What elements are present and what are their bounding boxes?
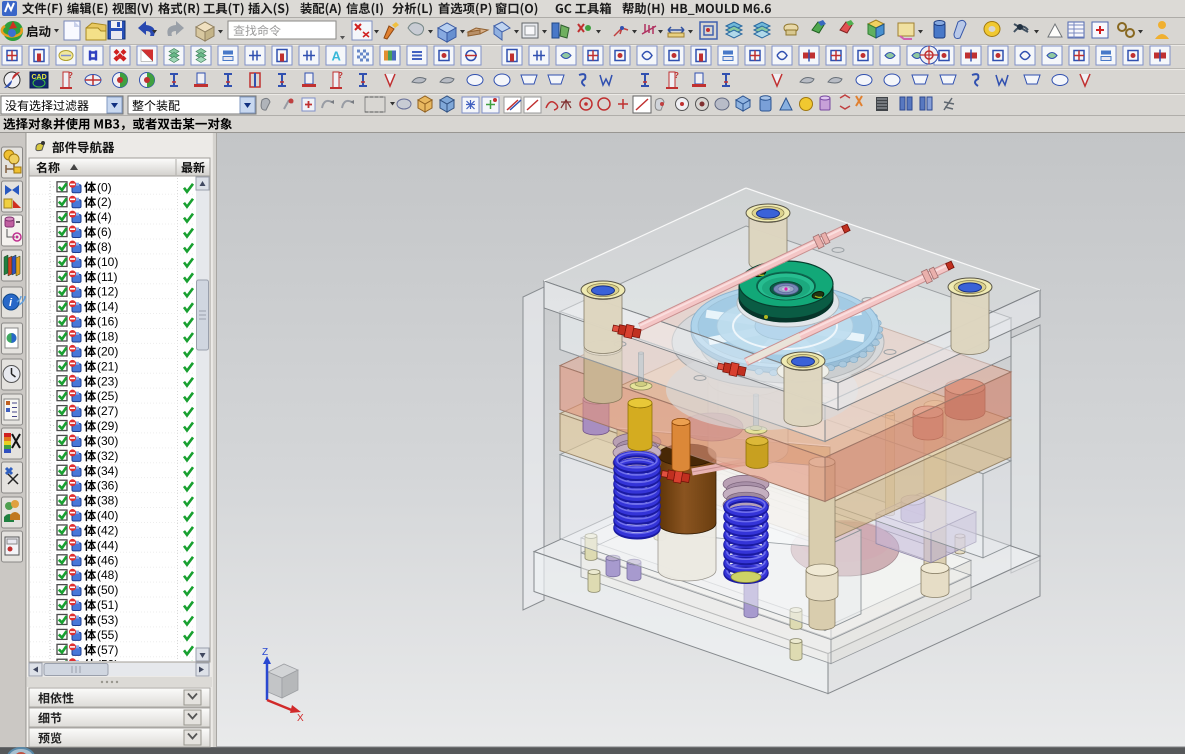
- svg-text:Z: Z: [262, 647, 268, 658]
- svg-text:(8): (8): [97, 240, 112, 254]
- svg-text:(30): (30): [97, 434, 118, 448]
- svg-text:(4): (4): [97, 210, 112, 224]
- svg-text:(44): (44): [97, 538, 118, 552]
- svg-text:(29): (29): [97, 419, 118, 433]
- svg-text:(40): (40): [97, 509, 118, 523]
- svg-text:(18): (18): [97, 330, 118, 344]
- svg-text:(42): (42): [97, 523, 118, 537]
- svg-text:CAD: CAD: [32, 74, 47, 81]
- svg-text:(20): (20): [97, 344, 118, 358]
- svg-text:X: X: [297, 713, 304, 724]
- svg-text:(34): (34): [97, 464, 118, 478]
- svg-text:(12): (12): [97, 285, 118, 299]
- svg-text:(55): (55): [97, 628, 118, 642]
- svg-text:?: ?: [674, 71, 679, 80]
- svg-text:(25): (25): [97, 389, 118, 403]
- svg-text:(53): (53): [97, 613, 118, 627]
- svg-text:(46): (46): [97, 553, 118, 567]
- svg-text:(2): (2): [97, 195, 112, 209]
- svg-text:(6): (6): [97, 225, 112, 239]
- svg-text:(38): (38): [97, 494, 118, 508]
- svg-text:(16): (16): [97, 315, 118, 329]
- svg-text:(11): (11): [97, 270, 117, 284]
- svg-text:A: A: [332, 49, 342, 64]
- svg-text:?: ?: [338, 71, 343, 80]
- svg-text:(14): (14): [97, 300, 118, 314]
- svg-text:(50): (50): [97, 583, 118, 597]
- svg-text:(32): (32): [97, 449, 118, 463]
- svg-text:(36): (36): [97, 479, 118, 493]
- svg-text:(10): (10): [97, 255, 118, 269]
- svg-text:(23): (23): [97, 374, 118, 388]
- svg-text:(21): (21): [97, 359, 118, 373]
- svg-text:(57): (57): [97, 643, 118, 657]
- svg-text:(51): (51): [97, 598, 118, 612]
- svg-text:(48): (48): [97, 568, 118, 582]
- svg-text:?: ?: [68, 71, 73, 80]
- svg-text:(0): (0): [97, 180, 112, 194]
- svg-text:(27): (27): [97, 404, 118, 418]
